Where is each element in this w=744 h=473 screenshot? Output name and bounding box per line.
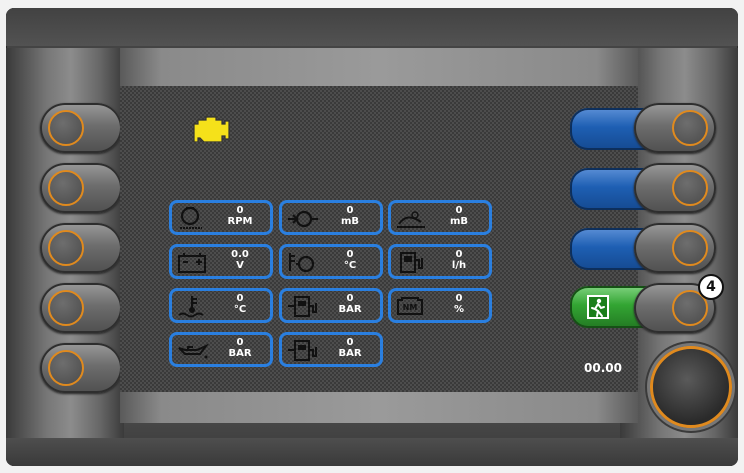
lcd-screen: 0 RPM 0 mB 0 mB 0.0 V 0 °C 0 l/h 0 °C 0 BAR NM 0… <box>120 86 638 392</box>
gauge-fuel-pressure[interactable]: 0 BAR <box>279 288 383 323</box>
gauge-ambient-pressure[interactable]: 0 mB <box>388 200 492 235</box>
left-button-3[interactable] <box>40 223 122 273</box>
gauge-value: 0.0 <box>231 249 249 260</box>
gauge-unit: °C <box>233 304 247 315</box>
bezel-top <box>6 8 738 46</box>
gauge-unit: V <box>236 260 244 271</box>
engine-warning-icon <box>193 116 230 142</box>
gauge-value: 0 <box>455 293 463 304</box>
button-ring-icon <box>48 350 84 386</box>
gauge-value: 0 <box>236 205 244 216</box>
gauge-value: 0 <box>346 293 354 304</box>
gauge-engine-load[interactable]: NM 0% <box>388 288 492 323</box>
battery-icon <box>178 253 206 273</box>
gauge-unit: % <box>453 304 465 315</box>
button-ring-icon <box>48 110 84 146</box>
barometer-icon <box>397 211 425 228</box>
callout-badge: 4 <box>698 274 724 300</box>
gauge-unit: °C <box>343 260 357 271</box>
button-ring-icon <box>672 110 708 146</box>
gauge-value: 0 <box>346 249 354 260</box>
right-button-1[interactable] <box>634 103 716 153</box>
rotary-knob[interactable] <box>650 346 732 428</box>
button-ring-icon <box>48 170 84 206</box>
left-button-4[interactable] <box>40 283 122 333</box>
gauge-unit: BAR <box>338 348 362 359</box>
gauge-unit: RPM <box>227 216 253 227</box>
gauge-coolant-temperature[interactable]: 0 °C <box>169 288 273 323</box>
gauge-battery-voltage[interactable]: 0.0 V <box>169 244 273 279</box>
button-ring-icon <box>48 230 84 266</box>
engine-rpm-icon <box>180 206 202 229</box>
button-ring-icon <box>48 290 84 326</box>
left-button-5[interactable] <box>40 343 122 393</box>
gauge-value: 0 <box>455 205 463 216</box>
right-button-3[interactable] <box>634 223 716 273</box>
gauge-unit: mB <box>449 216 469 227</box>
fuel-rate-icon <box>400 252 423 273</box>
left-button-2[interactable] <box>40 163 122 213</box>
gauge-unit: mB <box>340 216 360 227</box>
gauge-value: 0 <box>236 337 244 348</box>
gauge-value: 0 <box>346 205 354 216</box>
exit-icon <box>587 295 609 319</box>
coolant-temp-icon <box>178 296 204 318</box>
gauge-fuel-pressure-2[interactable]: 0 BAR <box>279 332 383 367</box>
bezel-bottom <box>6 438 738 466</box>
turbo-icon <box>288 210 318 228</box>
button-ring-icon <box>672 230 708 266</box>
gauge-unit: BAR <box>338 304 362 315</box>
gauge-oil-pressure[interactable]: 0 BAR <box>169 332 273 367</box>
right-button-2[interactable] <box>634 163 716 213</box>
gauge-intake-temperature[interactable]: 0 °C <box>279 244 383 279</box>
engine-load-icon-label: NM <box>403 303 418 312</box>
fuel-pressure-icon <box>288 340 317 361</box>
gauge-unit: l/h <box>451 260 467 271</box>
gauge-unit: BAR <box>228 348 252 359</box>
intake-temp-icon <box>289 253 315 273</box>
gauge-value: 0 <box>455 249 463 260</box>
engine-load-icon: NM <box>397 297 423 315</box>
gauge-value: 0 <box>346 337 354 348</box>
gauge-turbo-pressure[interactable]: 0 mB <box>279 200 383 235</box>
gauge-engine-speed[interactable]: 0 RPM <box>169 200 273 235</box>
gauge-value: 0 <box>236 293 244 304</box>
clock-display: 00.00 <box>584 361 622 375</box>
gauge-fuel-rate[interactable]: 0 l/h <box>388 244 492 279</box>
button-ring-icon <box>672 170 708 206</box>
left-button-1[interactable] <box>40 103 122 153</box>
fuel-pressure-icon <box>288 296 317 317</box>
oil-can-icon <box>178 343 210 359</box>
